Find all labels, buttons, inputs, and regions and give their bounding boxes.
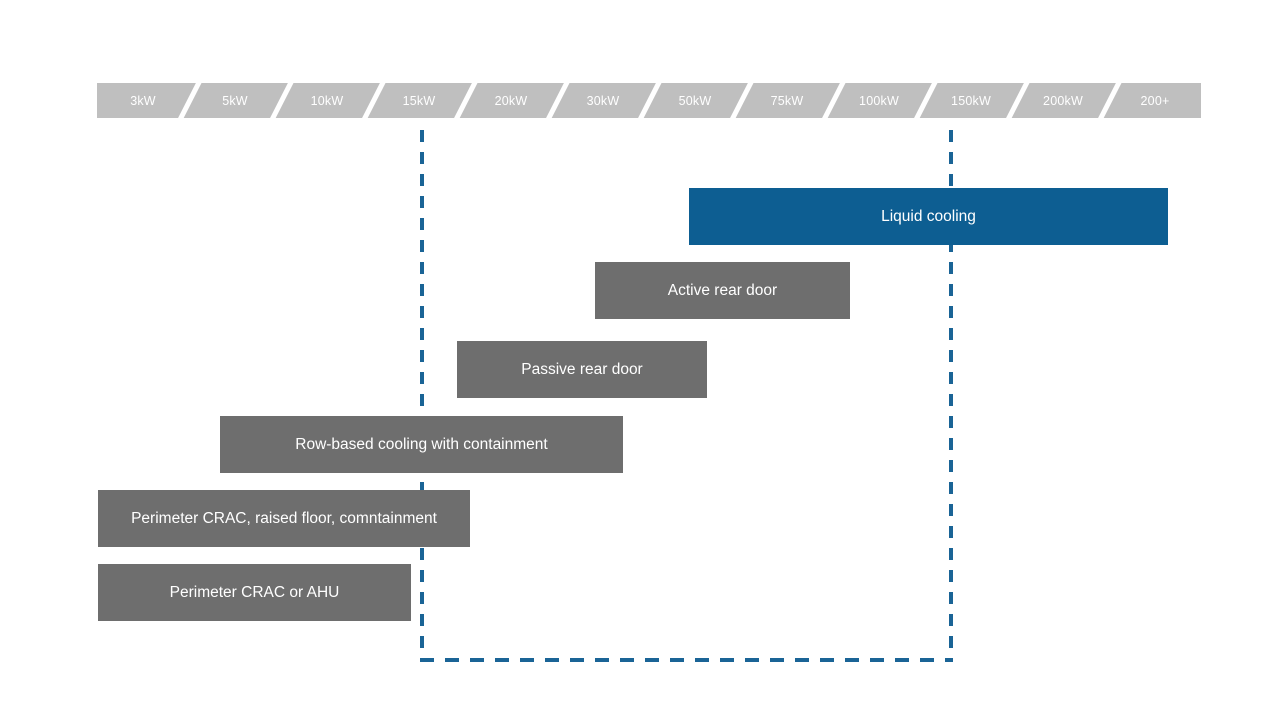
scale-segment-200kw: 200kW: [1017, 83, 1109, 118]
scale-segment-20kw: 20kW: [465, 83, 557, 118]
scale-segment-label: 50kW: [678, 93, 712, 108]
cooling-technology-range-diagram: 3kW 5kW 10kW 15kW 20kW 30kW 50kW 75kW 100kW 150kW…: [0, 0, 1280, 720]
scale-segment-label: 5kW: [222, 93, 248, 108]
scale-segment-label: 75kW: [770, 93, 804, 108]
technology-bar-active-rear-door: Active rear door: [595, 262, 850, 319]
scale-segment-label: 150kW: [951, 93, 991, 108]
technology-bar-row-based-cooling-with-containment: Row-based cooling with containment: [220, 416, 623, 473]
scale-segment-15kw: 15kW: [373, 83, 465, 118]
technology-bar-label: Perimeter CRAC, raised floor, comntainme…: [131, 509, 437, 527]
scale-segment-label: 200kW: [1043, 93, 1083, 108]
scale-segment-label: 20kW: [494, 93, 528, 108]
scale-segment-30kw: 30kW: [557, 83, 649, 118]
technology-bar-label: Passive rear door: [521, 360, 643, 378]
scale-segment-5kw: 5kW: [189, 83, 281, 118]
scale-segment-label: 200+: [1140, 93, 1170, 108]
scale-segment-label: 10kW: [310, 93, 344, 108]
scale-segment-150kw: 150kW: [925, 83, 1017, 118]
power-scale-bar: 3kW 5kW 10kW 15kW 20kW 30kW 50kW 75kW 100kW 150kW…: [97, 83, 1201, 118]
scale-segment-200plus: 200+: [1109, 83, 1201, 118]
scale-segment-label: 100kW: [859, 93, 899, 108]
technology-bar-label: Active rear door: [667, 281, 778, 299]
technology-bar-label: Perimeter CRAC or AHU: [169, 583, 340, 601]
scale-segment-label: 30kW: [586, 93, 620, 108]
technology-bar-perimeter-crac-raised-floor-comntainment: Perimeter CRAC, raised floor, comntainme…: [98, 490, 470, 547]
scale-segment-label: 3kW: [130, 93, 156, 108]
scale-segment-50kw: 50kW: [649, 83, 741, 118]
guide-15kw: [420, 130, 424, 662]
scale-segment-label: 15kW: [402, 93, 436, 108]
technology-bar-perimeter-crac-or-ahu: Perimeter CRAC or AHU: [98, 564, 411, 621]
technology-bar-label: Row-based cooling with containment: [295, 435, 548, 453]
scale-segment-10kw: 10kW: [281, 83, 373, 118]
guide-bottom-connector: [420, 658, 953, 662]
technology-bar-label: Liquid cooling: [881, 207, 976, 225]
technology-bar-liquid-cooling: Liquid cooling: [689, 188, 1168, 245]
technology-bar-passive-rear-door: Passive rear door: [457, 341, 707, 398]
scale-segment-100kw: 100kW: [833, 83, 925, 118]
scale-segment-3kw: 3kW: [97, 83, 189, 118]
scale-segment-75kw: 75kW: [741, 83, 833, 118]
